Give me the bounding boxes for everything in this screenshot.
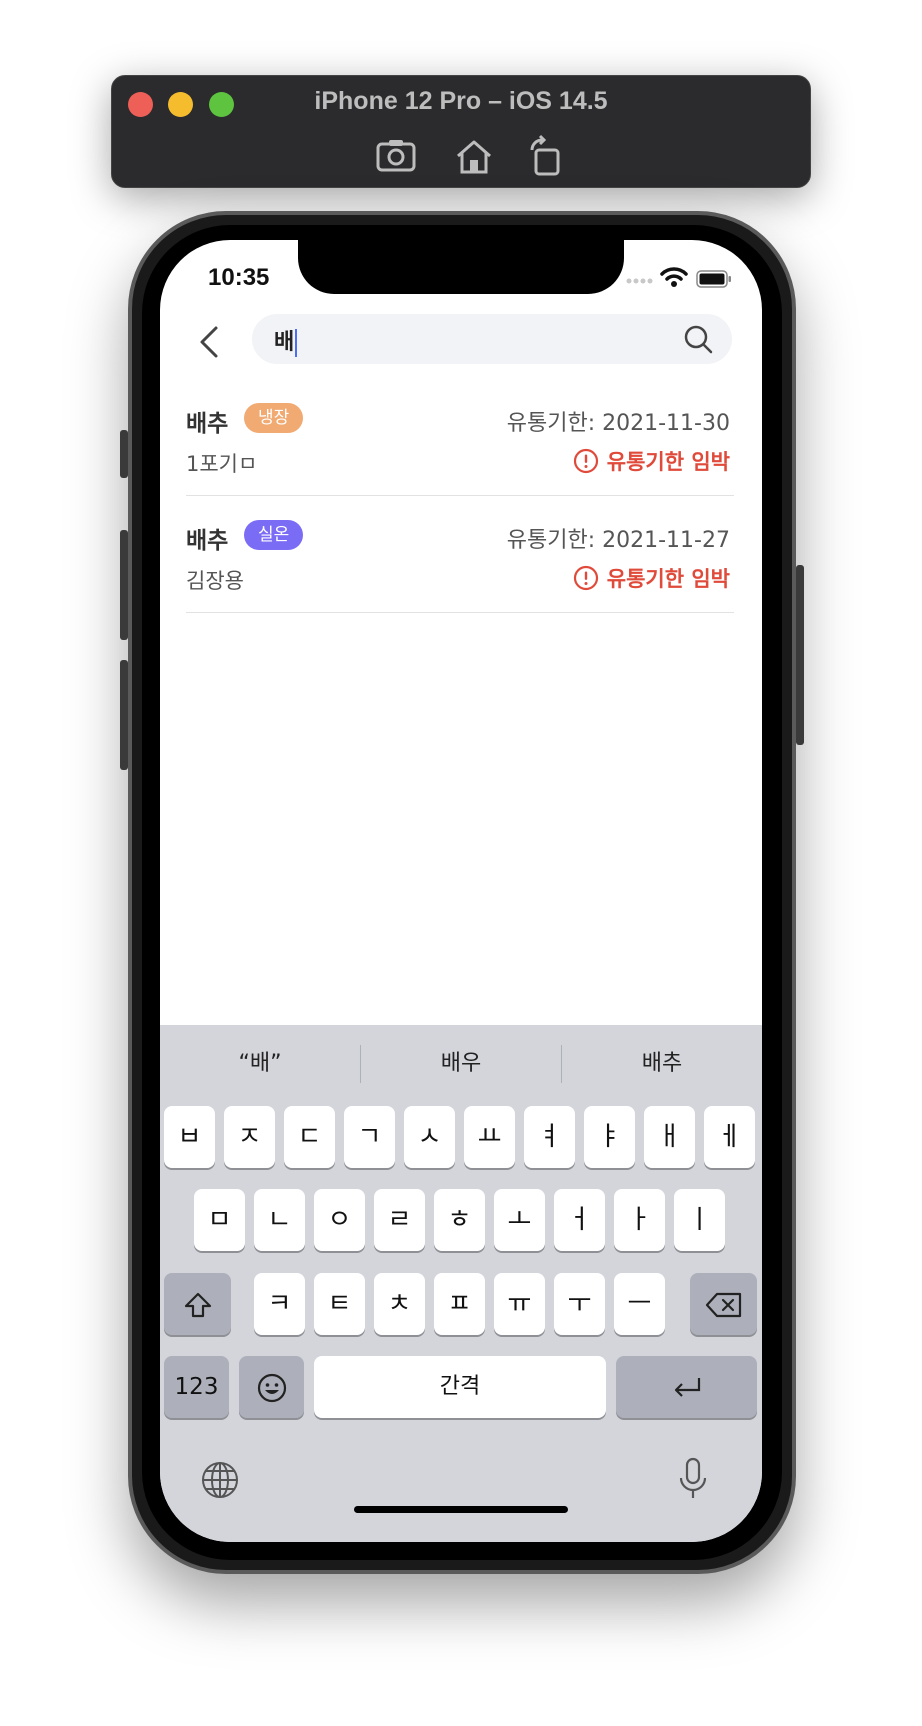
key[interactable]: ㄷ xyxy=(284,1106,335,1168)
search-icon[interactable] xyxy=(682,323,714,355)
key[interactable]: ㅅ xyxy=(404,1106,455,1168)
shift-key[interactable] xyxy=(164,1273,231,1335)
expiry-warning-label: 유통기한 임박 xyxy=(606,567,730,591)
key[interactable]: ㅓ xyxy=(554,1189,605,1251)
key[interactable]: ㅏ xyxy=(614,1189,665,1251)
text-cursor xyxy=(295,329,298,357)
result-item[interactable]: 배추 냉장 유통기한: 2021-11-30 1포기ㅁ 유통기한 임박 xyxy=(186,380,734,496)
item-name: 배추 xyxy=(186,411,229,437)
storage-tag: 냉장 xyxy=(244,403,304,433)
expiry-warning: 유통기한 임박 xyxy=(573,563,730,593)
alert-circle-icon xyxy=(573,565,598,591)
suggestion-item[interactable]: 배추 xyxy=(562,1045,762,1077)
search-input-value: 배 xyxy=(274,324,298,357)
numbers-key[interactable]: 123 xyxy=(164,1356,229,1418)
key[interactable]: ㅋ xyxy=(254,1273,305,1335)
mute-switch xyxy=(120,430,128,478)
expiry-warning: 유통기한 임박 xyxy=(573,446,730,476)
back-arrow-icon[interactable] xyxy=(194,322,224,362)
key[interactable]: ㅊ xyxy=(374,1273,425,1335)
simulator-title: iPhone 12 Pro – iOS 14.5 xyxy=(314,87,608,115)
shift-icon xyxy=(184,1292,211,1317)
key[interactable]: ㅎ xyxy=(434,1189,485,1251)
key[interactable]: ㅠ xyxy=(494,1273,545,1335)
emoji-key[interactable] xyxy=(239,1356,304,1418)
backspace-icon xyxy=(705,1292,741,1317)
key[interactable]: ㅗ xyxy=(494,1189,545,1251)
alert-circle-icon xyxy=(573,448,598,474)
emoji-icon xyxy=(257,1373,286,1402)
expiry-date: 유통기한: 2021-11-27 xyxy=(506,528,730,553)
key[interactable]: ㅣ xyxy=(674,1189,725,1251)
home-icon[interactable] xyxy=(452,134,496,178)
key[interactable]: ㅐ xyxy=(644,1106,695,1168)
item-note: 1포기ㅁ xyxy=(186,452,258,476)
return-icon xyxy=(674,1377,700,1397)
korean-keyboard: “배” 배우 배추 ㅂ ㅈ ㄷ ㄱ ㅅ ㅛ ㅕ ㅑ ㅐ ㅔ ㅁ ㄴ ㅇ ㄹ ㅎ … xyxy=(160,1025,762,1542)
key[interactable]: ㅂ xyxy=(164,1106,215,1168)
volume-up-button xyxy=(120,530,128,640)
key[interactable]: ㅑ xyxy=(584,1106,635,1168)
wifi-icon xyxy=(660,267,688,287)
phone-screen: 10:35 배 배추 냉장 유통기한: 2021-11-30 1포기ㅁ 유통기한… xyxy=(160,240,762,1542)
microphone-icon[interactable] xyxy=(678,1456,708,1502)
key[interactable]: ㅁ xyxy=(194,1189,245,1251)
key[interactable]: ㅈ xyxy=(224,1106,275,1168)
status-time: 10:35 xyxy=(208,264,270,291)
key[interactable]: ㅜ xyxy=(554,1273,605,1335)
simulator-toolbar xyxy=(112,134,810,178)
key[interactable]: ㅛ xyxy=(464,1106,515,1168)
backspace-key[interactable] xyxy=(690,1273,757,1335)
screenshot-icon[interactable] xyxy=(374,134,418,178)
item-name: 배추 xyxy=(186,528,229,554)
key[interactable]: ㅔ xyxy=(704,1106,755,1168)
key[interactable]: ㅇ xyxy=(314,1189,365,1251)
space-key[interactable]: 간격 xyxy=(314,1356,606,1418)
key[interactable]: ㅕ xyxy=(524,1106,575,1168)
item-note: 김장용 xyxy=(186,569,244,593)
battery-icon xyxy=(696,270,731,288)
suggestion-item[interactable]: “배” xyxy=(160,1045,360,1077)
storage-tag: 실온 xyxy=(244,520,304,550)
cellular-signal-icon xyxy=(626,278,653,284)
simulator-stage: iPhone 12 Pro – iOS 14.5 10:35 배 배추 냉장 유… xyxy=(0,0,922,1726)
predictive-bar: “배” 배우 배추 xyxy=(160,1025,762,1101)
result-item[interactable]: 배추 실온 유통기한: 2021-11-27 김장용 유통기한 임박 xyxy=(186,497,734,613)
key[interactable]: ㅌ xyxy=(314,1273,365,1335)
return-key[interactable] xyxy=(616,1356,757,1418)
expiry-warning-label: 유통기한 임박 xyxy=(606,450,730,474)
home-indicator[interactable] xyxy=(354,1506,568,1513)
suggestion-item[interactable]: 배우 xyxy=(361,1045,561,1077)
globe-icon[interactable] xyxy=(200,1460,240,1500)
key[interactable]: ㄱ xyxy=(344,1106,395,1168)
key[interactable]: ㄴ xyxy=(254,1189,305,1251)
key[interactable]: ㅡ xyxy=(614,1273,665,1335)
rotate-icon[interactable] xyxy=(524,134,568,178)
key[interactable]: ㄹ xyxy=(374,1189,425,1251)
simulator-titlebar: iPhone 12 Pro – iOS 14.5 xyxy=(111,75,811,188)
search-input[interactable]: 배 xyxy=(252,314,732,364)
power-button xyxy=(796,565,804,745)
notch xyxy=(298,240,624,294)
volume-down-button xyxy=(120,660,128,770)
key[interactable]: ㅍ xyxy=(434,1273,485,1335)
expiry-date: 유통기한: 2021-11-30 xyxy=(506,411,730,436)
